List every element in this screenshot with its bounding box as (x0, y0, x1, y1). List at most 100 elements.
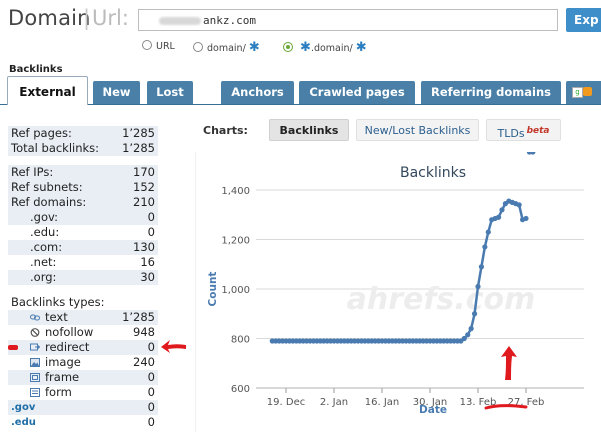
page-title-domain: Domain (8, 6, 91, 30)
redirect-icon (30, 343, 40, 351)
tab-referring-domains[interactable]: Referring domains (421, 81, 561, 104)
type-row-nofollow: nofollow 948 (8, 325, 158, 340)
tab-lost[interactable]: Lost (147, 81, 193, 104)
stat-label: Total backlinks: (11, 141, 100, 155)
section-label-backlinks: Backlinks (9, 64, 63, 75)
stat-label: Ref IPs: (11, 165, 54, 179)
tld-value: 0 (147, 400, 155, 414)
nofollow-icon (30, 328, 40, 337)
stat-value: 130 (133, 240, 155, 254)
x-axis-title: Date (419, 404, 447, 416)
data-point (495, 214, 502, 220)
annotation-arrow-up (501, 346, 517, 380)
data-point (471, 311, 478, 317)
frame-icon (30, 373, 40, 382)
radio-label: .domain/ (310, 43, 353, 54)
chart-button-new-lost[interactable]: New/Lost Backlinks (356, 119, 479, 141)
type-value: 0 (147, 370, 155, 384)
type-row-frame: frame 0 (8, 370, 158, 385)
type-row-redirect: redirect 0 (8, 340, 158, 355)
y-tick-label: 600 (231, 384, 250, 395)
stat-row: Total backlinks: 1’285 (8, 141, 158, 156)
type-label[interactable]: nofollow (45, 325, 93, 339)
stat-value: 152 (133, 180, 155, 194)
data-point (482, 244, 488, 250)
stats-panel: Ref pages: 1’285 Total backlinks: 1’285 Re… (8, 126, 158, 430)
stat-row: Ref IPs: 170 (8, 165, 158, 180)
tab-new[interactable]: New (93, 81, 140, 104)
tab-bar: External New Lost Anchors Crawled pages … (0, 76, 601, 105)
tab-anchors[interactable]: Anchors (221, 81, 294, 104)
tld-row-gov: .gov 0 (8, 400, 158, 415)
type-row-form: form 0 (8, 385, 158, 400)
title-separator: | (83, 6, 91, 30)
radio-url[interactable]: URL (142, 40, 175, 52)
y-tick-label: 1,400 (221, 186, 250, 197)
tld-row-edu: .edu 0 (8, 415, 158, 430)
stat-value: 170 (133, 165, 155, 179)
y-axis-title: Count (207, 272, 219, 307)
radio-subdomains[interactable]: ✱.domain/ ✱ (283, 40, 367, 55)
stat-value: 1’285 (122, 126, 155, 140)
data-point (468, 326, 474, 332)
charts-label: Charts: (203, 124, 248, 137)
y-tick-label: 1,000 (221, 285, 250, 296)
stat-label: .com: (30, 240, 63, 254)
url-input-value: ankz.com (203, 14, 256, 27)
y-tick-label: 1,200 (221, 236, 250, 247)
stat-row: .edu: 0 (8, 225, 158, 240)
radio-label: URL (156, 41, 175, 52)
tab-external[interactable]: External (7, 76, 88, 105)
explore-button[interactable]: Exp (566, 8, 601, 32)
type-value: 1’285 (122, 310, 155, 324)
chart-title: Backlinks (400, 165, 466, 181)
stat-row: Ref subnets: 152 (8, 180, 158, 195)
radio-circle (193, 42, 203, 52)
radio-circle (142, 40, 152, 50)
tab-crawled-pages[interactable]: Crawled pages (299, 81, 415, 104)
x-tick-label: 2. Jan (320, 397, 348, 408)
data-point (475, 283, 481, 290)
stat-label: Ref subnets: (11, 180, 83, 194)
stat-row: .gov: 0 (8, 210, 158, 225)
asterisk-icon: ✱ (248, 40, 260, 55)
stat-value: 0 (147, 225, 155, 239)
page-title-url: Url: (92, 6, 129, 30)
type-label[interactable]: redirect (45, 340, 89, 354)
stat-value: 30 (140, 270, 155, 284)
type-label[interactable]: frame (45, 370, 79, 384)
chart-panel: 600 800 1,000 1,200 1,400 ahrefs.com 19. Dec 2.… (195, 149, 601, 432)
type-label[interactable]: form (45, 385, 72, 399)
stat-label: .org: (30, 270, 57, 284)
url-input[interactable]: ankz.com (138, 9, 558, 31)
type-value: 0 (147, 340, 155, 354)
data-point (516, 202, 522, 208)
redacted-text (159, 17, 201, 25)
type-row-image: image 240 (8, 355, 158, 370)
data-point (485, 229, 491, 235)
backlink-types-heading: Backlinks types: (11, 295, 105, 309)
type-label[interactable]: text (45, 310, 68, 324)
data-point (465, 332, 471, 338)
radio-domain[interactable]: domain/ ✱ (193, 40, 260, 55)
x-tick-label: 19. Dec (267, 397, 305, 408)
data-point (523, 215, 529, 222)
image-icon (30, 358, 40, 367)
stat-value: 210 (133, 195, 155, 209)
tab-extra[interactable]: g (566, 81, 601, 104)
data-point (478, 264, 485, 270)
tld-link[interactable]: .gov (11, 400, 35, 415)
stat-row: .com: 130 (8, 240, 158, 255)
type-label[interactable]: image (45, 355, 81, 369)
stat-value: 1’285 (122, 141, 155, 155)
stat-label: .net: (30, 255, 57, 269)
chart-button-backlinks[interactable]: Backlinks (269, 119, 349, 141)
radio-label: domain/ (207, 43, 246, 54)
tld-link[interactable]: .edu (11, 415, 36, 430)
asterisk-icon: ✱ (355, 40, 367, 55)
chart-button-tlds[interactable]: TLDs beta (486, 119, 561, 141)
stat-row: Ref domains: 210 (8, 195, 158, 210)
beta-badge: beta (526, 126, 550, 136)
rss-icon (583, 87, 592, 96)
stat-label: .edu: (30, 225, 60, 239)
